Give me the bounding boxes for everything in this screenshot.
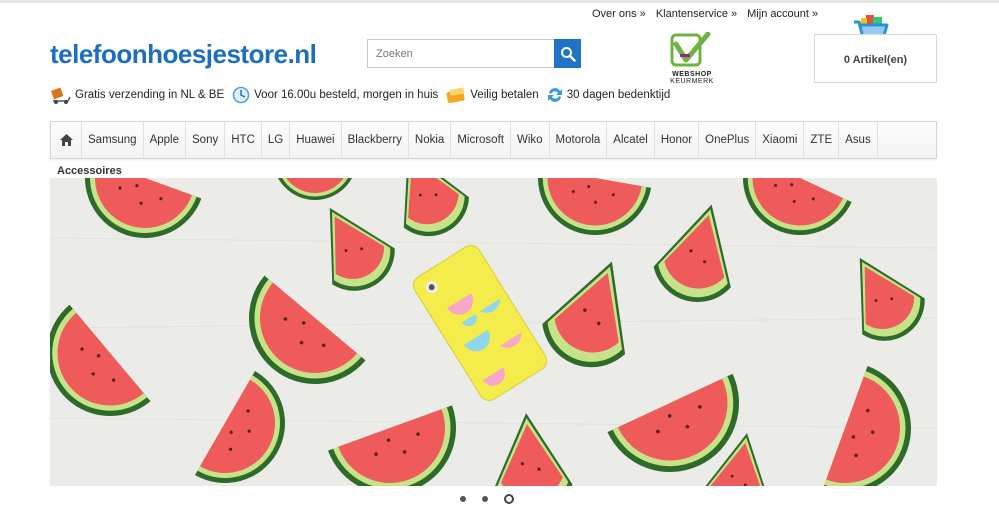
search-bar xyxy=(367,39,581,68)
search-input[interactable] xyxy=(368,40,554,67)
logo-name: telefoonhoesjestore xyxy=(50,39,288,69)
keurmerk-line2: KEURMERK xyxy=(670,78,714,85)
nav-item-htc[interactable]: HTC xyxy=(225,122,262,158)
keurmerk-logo-icon xyxy=(670,31,711,67)
usp-shipping: Gratis verzending in NL & BE xyxy=(50,85,224,105)
usp-delivery-time: Voor 16.00u besteld, morgen in huis xyxy=(231,86,438,104)
usp-delivery-text: Voor 16.00u besteld, morgen in huis xyxy=(254,89,439,101)
search-button[interactable] xyxy=(554,39,581,68)
site-logo[interactable]: telefoonhoesjestore.nl xyxy=(50,39,317,69)
top-border xyxy=(0,0,999,3)
nav-item-motorola[interactable]: Motorola xyxy=(550,122,608,158)
nav-item-huawei[interactable]: Huawei xyxy=(290,122,342,158)
usp-bar: Gratis verzending in NL & BE Voor 16.00u… xyxy=(50,85,677,105)
usp-return: 30 dagen bedenktijd xyxy=(546,86,671,104)
about-link[interactable]: Over ons » xyxy=(592,8,646,20)
my-account-link[interactable]: Mijn account » xyxy=(747,8,818,20)
slider-dot-1[interactable] xyxy=(460,496,466,502)
nav-item-samsung[interactable]: Samsung xyxy=(82,122,144,158)
delivery-truck-icon xyxy=(50,87,71,104)
usp-shipping-text: Gratis verzending in NL & BE xyxy=(75,89,225,101)
wallet-icon xyxy=(446,87,465,103)
clock-icon xyxy=(232,86,250,104)
main-nav: Samsung Apple Sony HTC LG Huawei Blackbe… xyxy=(50,121,937,159)
nav-item-asus[interactable]: Asus xyxy=(839,122,878,158)
nav-item-nokia[interactable]: Nokia xyxy=(409,122,452,158)
nav-item-alcatel[interactable]: Alcatel xyxy=(607,122,655,158)
home-icon xyxy=(59,134,73,146)
usp-return-text: 30 dagen bedenktijd xyxy=(566,89,671,101)
top-links: Over ons » Klantenservice » Mijn account… xyxy=(592,8,818,20)
nav-item-wiko[interactable]: Wiko xyxy=(511,122,550,158)
usp-payment-text: Veilig betalen xyxy=(470,89,539,101)
nav-item-apple[interactable]: Apple xyxy=(144,122,187,158)
watermelon-banner-image xyxy=(50,178,937,486)
return-arrows-icon xyxy=(547,88,562,102)
hero-banner-slide[interactable] xyxy=(50,178,937,486)
customer-service-link[interactable]: Klantenservice » xyxy=(656,8,737,20)
keurmerk-line1: WEBSHOP xyxy=(672,71,712,78)
usp-secure-payment: Veilig betalen xyxy=(445,86,539,104)
nav-item-oneplus[interactable]: OnePlus xyxy=(699,122,757,158)
nav-item-xiaomi[interactable]: Xiaomi xyxy=(756,122,805,158)
nav-item-accessoires[interactable]: Accessoires xyxy=(51,164,131,178)
search-icon xyxy=(560,46,576,62)
nav-item-blackberry[interactable]: Blackberry xyxy=(342,122,409,158)
cart-box[interactable]: 0 Artikel(en) xyxy=(814,34,937,83)
nav-item-sony[interactable]: Sony xyxy=(186,122,226,158)
cart-count: 0 Artikel(en) xyxy=(843,54,908,66)
nav-item-lg[interactable]: LG xyxy=(262,122,291,158)
logo-tld: .nl xyxy=(287,39,317,69)
nav-item-zte[interactable]: ZTE xyxy=(804,122,840,158)
nav-home[interactable] xyxy=(51,122,82,158)
nav-item-microsoft[interactable]: Microsoft xyxy=(451,122,511,158)
slider-dot-2[interactable] xyxy=(482,496,488,502)
webshop-keurmerk-badge[interactable]: WEBSHOP KEURMERK xyxy=(664,31,720,88)
slider-pagination xyxy=(460,494,514,504)
slider-dot-3-active[interactable] xyxy=(504,494,514,504)
nav-item-honor[interactable]: Honor xyxy=(655,122,700,158)
